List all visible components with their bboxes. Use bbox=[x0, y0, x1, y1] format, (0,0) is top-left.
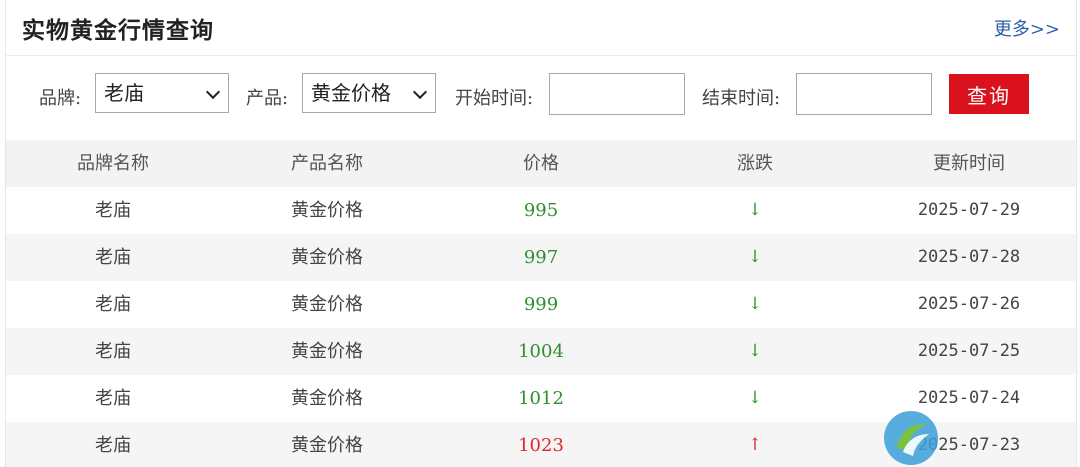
watermark-logo-icon bbox=[884, 411, 938, 465]
column-header-updated: 更新时间 bbox=[933, 153, 1005, 174]
cell-brand: 老庙 bbox=[95, 435, 131, 456]
product-select-value: 黄金价格 bbox=[311, 81, 391, 105]
gold-quote-panel: 实物黄金行情查询 更多>> 品牌: 老庙 产品: 黄金价格 开始时间: 结束时间… bbox=[5, 0, 1077, 467]
chevron-down-icon bbox=[205, 84, 221, 100]
arrow-up-icon: ↑ bbox=[747, 435, 763, 455]
arrow-down-icon: ↓ bbox=[747, 341, 763, 361]
chevron-down-icon bbox=[412, 84, 428, 100]
cell-updated: 2025-07-28 bbox=[917, 247, 1021, 267]
cell-product: 黄金价格 bbox=[291, 294, 363, 315]
brand-label: 品牌: bbox=[39, 88, 82, 109]
brand-select-value: 老庙 bbox=[104, 81, 144, 105]
more-link[interactable]: 更多>> bbox=[994, 15, 1060, 41]
query-button[interactable]: 查询 bbox=[949, 74, 1029, 114]
cell-price: 999 bbox=[523, 294, 559, 315]
cell-product: 黄金价格 bbox=[291, 247, 363, 268]
panel-header: 实物黄金行情查询 更多>> bbox=[6, 0, 1076, 56]
page-title: 实物黄金行情查询 bbox=[22, 18, 214, 44]
column-header-price: 价格 bbox=[523, 153, 559, 174]
cell-updated: 2025-07-26 bbox=[917, 294, 1021, 314]
cell-price: 1012 bbox=[518, 388, 564, 409]
cell-updated: 2025-07-25 bbox=[917, 341, 1021, 361]
product-select[interactable]: 黄金价格 bbox=[302, 73, 436, 113]
cell-product: 黄金价格 bbox=[291, 388, 363, 409]
cell-price: 1023 bbox=[518, 435, 564, 456]
arrow-down-icon: ↓ bbox=[747, 294, 763, 314]
column-header-product: 产品名称 bbox=[291, 153, 363, 174]
cell-updated: 2025-07-29 bbox=[917, 200, 1021, 220]
arrow-down-icon: ↓ bbox=[747, 388, 763, 408]
table-header-row: 品牌名称 产品名称 价格 涨跌 更新时间 bbox=[6, 140, 1076, 187]
cell-product: 黄金价格 bbox=[291, 341, 363, 362]
brand-select[interactable]: 老庙 bbox=[95, 73, 229, 113]
column-header-brand: 品牌名称 bbox=[77, 153, 149, 174]
cell-brand: 老庙 bbox=[95, 200, 131, 221]
cell-brand: 老庙 bbox=[95, 294, 131, 315]
cell-product: 黄金价格 bbox=[291, 435, 363, 456]
table-row: 老庙 黄金价格 995 ↓ 2025-07-29 bbox=[6, 187, 1076, 234]
start-time-input[interactable] bbox=[549, 73, 685, 115]
cell-brand: 老庙 bbox=[95, 388, 131, 409]
cell-product: 黄金价格 bbox=[291, 200, 363, 221]
cell-brand: 老庙 bbox=[95, 247, 131, 268]
cell-brand: 老庙 bbox=[95, 341, 131, 362]
table-row: 老庙 黄金价格 1004 ↓ 2025-07-25 bbox=[6, 328, 1076, 375]
start-time-label: 开始时间: bbox=[455, 88, 534, 109]
table-row: 老庙 黄金价格 997 ↓ 2025-07-28 bbox=[6, 234, 1076, 281]
product-label: 产品: bbox=[246, 88, 289, 109]
cell-price: 1004 bbox=[518, 341, 564, 362]
cell-price: 995 bbox=[523, 200, 559, 221]
table-row: 老庙 黄金价格 999 ↓ 2025-07-26 bbox=[6, 281, 1076, 328]
column-header-change: 涨跌 bbox=[737, 153, 773, 174]
end-time-label: 结束时间: bbox=[702, 88, 781, 109]
arrow-down-icon: ↓ bbox=[747, 247, 763, 267]
arrow-down-icon: ↓ bbox=[747, 200, 763, 220]
filter-bar: 品牌: 老庙 产品: 黄金价格 开始时间: 结束时间: 查询 bbox=[6, 56, 1076, 140]
end-time-input[interactable] bbox=[796, 73, 932, 115]
cell-price: 997 bbox=[523, 247, 559, 268]
